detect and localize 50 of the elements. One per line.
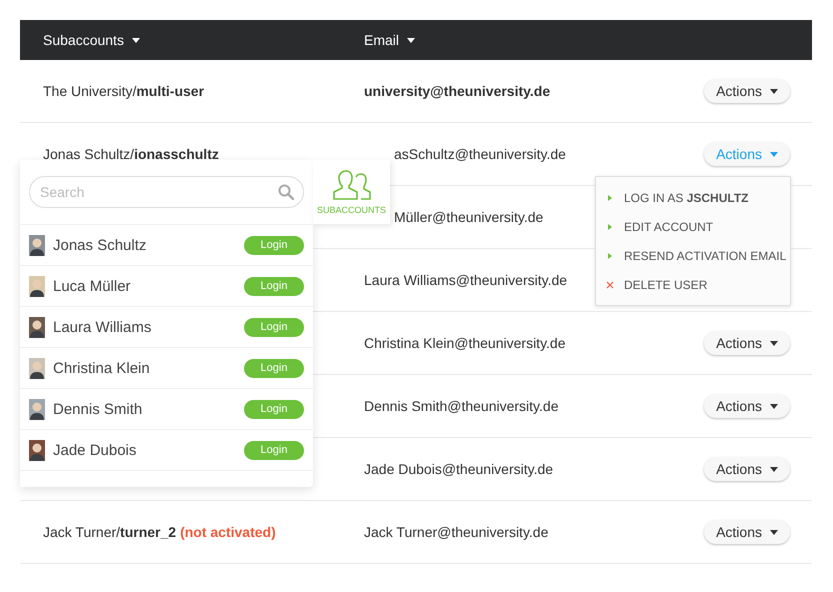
- menu-item[interactable]: LOG IN AS JSCHULTZ: [596, 183, 790, 212]
- email-text: Laura Williams@theuniversity.de: [364, 272, 568, 288]
- email-text: Christina Klein@theuniversity.de: [364, 335, 566, 351]
- caret-icon: [770, 152, 778, 156]
- email-text: Jack Turner@theuniversity.de: [364, 524, 548, 540]
- arrow-icon: [606, 222, 614, 230]
- actions-button[interactable]: Actions: [704, 457, 790, 481]
- status-label: (not activated): [180, 524, 276, 540]
- caret-icon: [407, 38, 416, 42]
- user-name: Luca Müller: [53, 278, 132, 294]
- actions-button[interactable]: Actions: [704, 520, 790, 544]
- actions-button[interactable]: Actions: [704, 394, 790, 418]
- avatar-icon: [29, 398, 45, 420]
- caret-icon: [770, 530, 778, 534]
- column-header[interactable]: Email: [364, 32, 400, 48]
- arrow-icon: [606, 252, 614, 260]
- actions-button[interactable]: Actions: [704, 331, 790, 355]
- email-text: Müller@theuniversity.de: [394, 209, 544, 225]
- avatar-icon: [29, 440, 45, 460]
- delete-icon: [606, 280, 614, 288]
- avatar-icon: [29, 316, 45, 338]
- email-text: Dennis Smith@theuniversity.de: [364, 398, 558, 414]
- user-name: Laura Williams: [53, 318, 152, 336]
- actions-button[interactable]: Actions: [704, 79, 790, 103]
- menu-item[interactable]: DELETE USER: [596, 270, 790, 299]
- subaccount-name: Jack Turner/turner_2: [43, 524, 176, 540]
- email-text: university@theuniversity.de: [364, 83, 550, 99]
- arrow-icon: [606, 194, 614, 202]
- search-icon: [278, 184, 294, 200]
- user-name: Jonas Schultz: [53, 236, 148, 254]
- column-header[interactable]: Subaccounts: [43, 32, 124, 48]
- caret-icon: [132, 38, 140, 42]
- caret-icon: [770, 404, 778, 408]
- avatar-icon: [29, 276, 45, 296]
- users-icon: [332, 169, 372, 201]
- avatar-icon: [29, 358, 45, 378]
- menu-item[interactable]: RESEND ACTIVATION EMAIL: [596, 241, 790, 270]
- caret-icon: [770, 340, 778, 346]
- caret-icon: [770, 88, 778, 94]
- menu-item[interactable]: EDIT ACCOUNT: [596, 212, 790, 241]
- email-text: asSchultz@theuniversity.de: [394, 146, 566, 162]
- search-field[interactable]: Search: [29, 176, 304, 208]
- user-name: Christina Klein: [53, 360, 151, 376]
- subaccount-name: The University/multi-user: [43, 83, 204, 99]
- subaccount-name: Jonas Schultz/ionasschultz: [43, 146, 219, 162]
- user-name: Jade Dubois: [53, 442, 138, 458]
- avatar-icon: [29, 234, 45, 256]
- caret-icon: [770, 466, 778, 472]
- email-text: Jade Dubois@theuniversity.de: [364, 461, 554, 477]
- user-name: Dennis Smith: [53, 400, 144, 418]
